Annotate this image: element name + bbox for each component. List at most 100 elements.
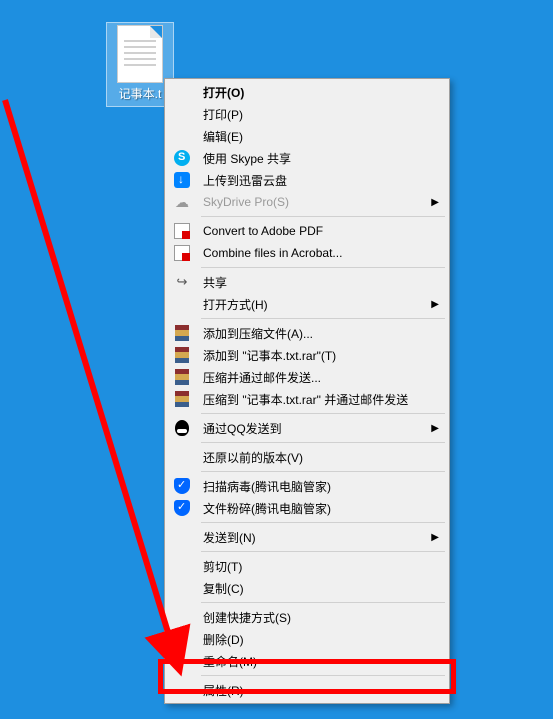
menu-separator <box>201 471 445 472</box>
menu-item-label: 添加到压缩文件(A)... <box>203 325 439 342</box>
menu-icon-slot <box>171 630 193 648</box>
menu-item-label: 还原以前的版本(V) <box>203 449 439 466</box>
menu-separator <box>201 216 445 217</box>
menu-item[interactable]: 使用 Skype 共享 <box>167 147 447 169</box>
menu-item-label: 文件粉碎(腾讯电脑管家) <box>203 500 439 517</box>
menu-icon-slot <box>171 419 193 437</box>
menu-icon-slot <box>171 346 193 364</box>
shield-icon <box>174 478 190 494</box>
rar-icon <box>175 369 189 385</box>
menu-separator <box>201 318 445 319</box>
menu-item[interactable]: Combine files in Acrobat... <box>167 242 447 264</box>
menu-icon-slot <box>171 105 193 123</box>
menu-icon-slot <box>171 390 193 408</box>
menu-icon-slot <box>171 652 193 670</box>
menu-item-label: 编辑(E) <box>203 128 439 145</box>
file-label: 记事本.t <box>109 85 171 102</box>
menu-item[interactable]: 属性(R) <box>167 679 447 701</box>
menu-icon-slot <box>171 149 193 167</box>
menu-separator <box>201 522 445 523</box>
menu-item-label: SkyDrive Pro(S) <box>203 195 427 209</box>
menu-item[interactable]: 编辑(E) <box>167 125 447 147</box>
menu-item-label: 重命名(M) <box>203 653 439 670</box>
menu-icon-slot <box>171 499 193 517</box>
menu-icon-slot <box>171 557 193 575</box>
menu-icon-slot: ☁ <box>171 193 193 211</box>
menu-item-label: 剪切(T) <box>203 558 439 575</box>
menu-item[interactable]: 添加到 "记事本.txt.rar"(T) <box>167 344 447 366</box>
menu-icon-slot <box>171 368 193 386</box>
menu-item-label: 打开方式(H) <box>203 296 427 313</box>
menu-icon-slot <box>171 244 193 262</box>
menu-icon-slot <box>171 324 193 342</box>
menu-icon-slot <box>171 222 193 240</box>
menu-item[interactable]: 打印(P) <box>167 103 447 125</box>
menu-separator <box>201 442 445 443</box>
menu-item-label: 打印(P) <box>203 106 439 123</box>
rar-icon <box>175 325 189 341</box>
menu-icon-slot <box>171 579 193 597</box>
menu-item[interactable]: 添加到压缩文件(A)... <box>167 322 447 344</box>
rar-icon <box>175 347 189 363</box>
menu-item-label: 添加到 "记事本.txt.rar"(T) <box>203 347 439 364</box>
menu-item[interactable]: 文件粉碎(腾讯电脑管家) <box>167 497 447 519</box>
menu-item-label: 共享 <box>203 274 439 291</box>
menu-item[interactable]: 还原以前的版本(V) <box>167 446 447 468</box>
menu-item[interactable]: 创建快捷方式(S) <box>167 606 447 628</box>
menu-icon-slot <box>171 127 193 145</box>
shield-icon <box>174 500 190 516</box>
menu-icon-slot: ↪ <box>171 273 193 291</box>
menu-item[interactable]: 复制(C) <box>167 577 447 599</box>
menu-item[interactable]: Convert to Adobe PDF <box>167 220 447 242</box>
menu-item-label: 打开(O) <box>203 84 439 101</box>
menu-separator <box>201 602 445 603</box>
menu-separator <box>201 267 445 268</box>
menu-item[interactable]: 压缩并通过邮件发送... <box>167 366 447 388</box>
skype-icon <box>174 150 190 166</box>
context-menu: 打开(O) 打印(P) 编辑(E) 使用 Skype 共享上传到迅雷云盘 ☁ SkyDri… <box>164 78 450 704</box>
qq-icon <box>175 420 189 436</box>
submenu-arrow-icon: ▶ <box>427 532 439 543</box>
menu-icon-slot <box>171 295 193 313</box>
menu-item-label: 发送到(N) <box>203 529 427 546</box>
menu-item-label: 属性(R) <box>203 682 439 699</box>
menu-item[interactable]: 扫描病毒(腾讯电脑管家) <box>167 475 447 497</box>
menu-item[interactable]: 上传到迅雷云盘 <box>167 169 447 191</box>
menu-item[interactable]: 发送到(N)▶ <box>167 526 447 548</box>
menu-item-label: 使用 Skype 共享 <box>203 150 439 167</box>
menu-item-label: 压缩到 "记事本.txt.rar" 并通过邮件发送 <box>203 391 439 408</box>
menu-item-label: 通过QQ发送到 <box>203 420 427 437</box>
menu-item-label: 复制(C) <box>203 580 439 597</box>
menu-item-label: 上传到迅雷云盘 <box>203 172 439 189</box>
menu-item[interactable]: ☁ SkyDrive Pro(S)▶ <box>167 191 447 213</box>
menu-icon-slot <box>171 171 193 189</box>
submenu-arrow-icon: ▶ <box>427 197 439 208</box>
menu-icon-slot <box>171 608 193 626</box>
menu-icon-slot <box>171 448 193 466</box>
cloud-icon: ☁ <box>174 194 190 210</box>
menu-separator <box>201 413 445 414</box>
submenu-arrow-icon: ▶ <box>427 423 439 434</box>
menu-separator <box>201 551 445 552</box>
submenu-arrow-icon: ▶ <box>427 299 439 310</box>
menu-icon-slot <box>171 83 193 101</box>
pdf-icon <box>174 223 190 239</box>
menu-item[interactable]: 通过QQ发送到▶ <box>167 417 447 439</box>
menu-item[interactable]: ↪ 共享 <box>167 271 447 293</box>
menu-item-label: 扫描病毒(腾讯电脑管家) <box>203 478 439 495</box>
menu-item-label: Combine files in Acrobat... <box>203 246 439 260</box>
menu-item-label: 删除(D) <box>203 631 439 648</box>
menu-item[interactable]: 剪切(T) <box>167 555 447 577</box>
pdf-icon <box>174 245 190 261</box>
menu-item[interactable]: 重命名(M) <box>167 650 447 672</box>
menu-item-label: 压缩并通过邮件发送... <box>203 369 439 386</box>
menu-item[interactable]: 删除(D) <box>167 628 447 650</box>
menu-item-label: Convert to Adobe PDF <box>203 224 439 238</box>
menu-item[interactable]: 打开(O) <box>167 81 447 103</box>
text-file-icon <box>117 25 163 83</box>
xunlei-icon <box>174 172 190 188</box>
menu-item[interactable]: 打开方式(H)▶ <box>167 293 447 315</box>
menu-item-label: 创建快捷方式(S) <box>203 609 439 626</box>
menu-item[interactable]: 压缩到 "记事本.txt.rar" 并通过邮件发送 <box>167 388 447 410</box>
menu-separator <box>201 675 445 676</box>
